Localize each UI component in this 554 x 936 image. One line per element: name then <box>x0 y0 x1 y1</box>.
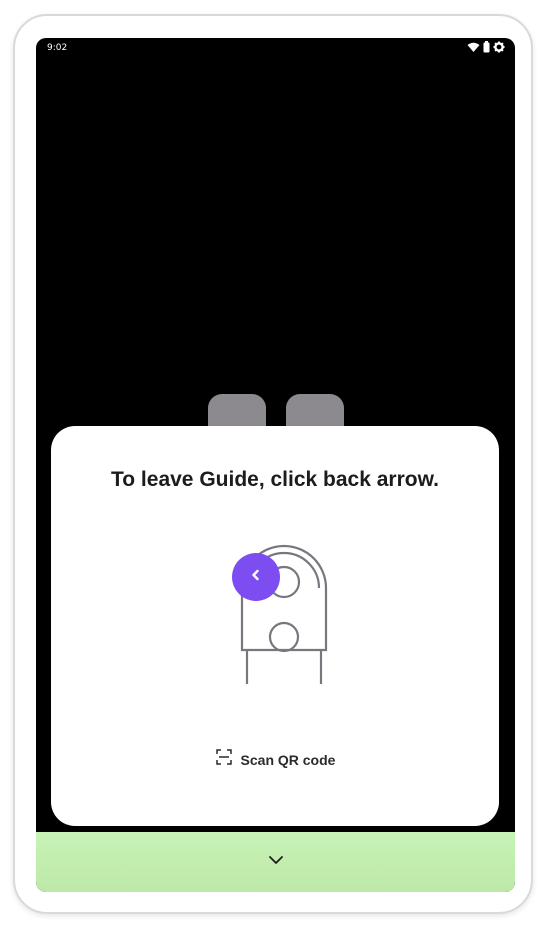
qr-scan-icon <box>215 748 233 771</box>
battery-icon <box>483 41 490 53</box>
device-screen: 9:02 To leave Guide, click back arrow. S… <box>36 38 515 892</box>
scan-qr-code-label: Scan QR code <box>240 751 336 768</box>
back-arrow-button[interactable] <box>232 553 280 601</box>
settings-gear-icon <box>493 41 505 53</box>
status-bar: 9:02 <box>36 38 515 58</box>
collapse-bottom-bar[interactable] <box>36 832 515 892</box>
status-icons <box>467 41 505 53</box>
dialog-title: To leave Guide, click back arrow. <box>111 468 439 491</box>
scan-qr-code-button[interactable]: Scan QR code <box>51 748 499 771</box>
status-time: 9:02 <box>47 43 68 53</box>
chevron-down-icon <box>267 853 285 871</box>
chevron-left-icon <box>249 568 263 587</box>
guide-exit-dialog: To leave Guide, click back arrow. Scan Q… <box>51 426 499 826</box>
wifi-icon <box>467 42 480 53</box>
